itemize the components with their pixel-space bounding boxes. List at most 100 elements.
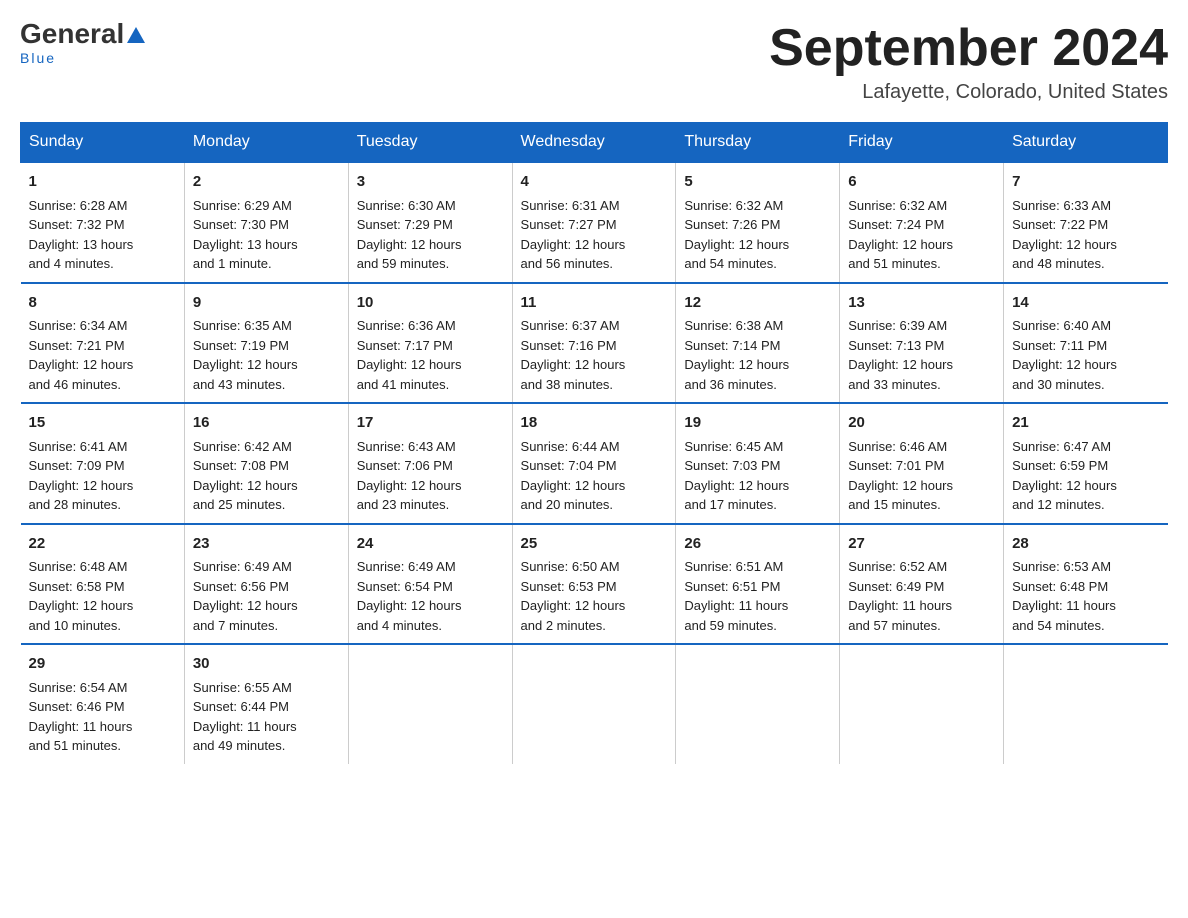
calendar-cell: 24Sunrise: 6:49 AMSunset: 6:54 PMDayligh…: [348, 524, 512, 645]
day-number: 8: [29, 292, 176, 315]
day-info-line: Sunrise: 6:41 AM: [29, 437, 176, 457]
header-monday: Monday: [184, 123, 348, 163]
day-number: 5: [684, 171, 831, 194]
day-number: 22: [29, 533, 176, 556]
day-info-line: Sunrise: 6:30 AM: [357, 196, 504, 216]
day-info-line: Sunset: 6:53 PM: [521, 577, 668, 597]
calendar-cell: 8Sunrise: 6:34 AMSunset: 7:21 PMDaylight…: [21, 283, 185, 404]
day-info-line: Daylight: 12 hours: [521, 596, 668, 616]
calendar-cell: 3Sunrise: 6:30 AMSunset: 7:29 PMDaylight…: [348, 162, 512, 283]
day-info-line: Sunset: 6:49 PM: [848, 577, 995, 597]
day-info-line: and 4 minutes.: [357, 616, 504, 636]
header-sunday: Sunday: [21, 123, 185, 163]
day-info-line: Sunset: 7:19 PM: [193, 336, 340, 356]
day-info-line: Daylight: 12 hours: [521, 235, 668, 255]
day-info-line: Sunset: 7:14 PM: [684, 336, 831, 356]
calendar-cell: 25Sunrise: 6:50 AMSunset: 6:53 PMDayligh…: [512, 524, 676, 645]
day-info-line: Sunset: 7:08 PM: [193, 456, 340, 476]
day-number: 26: [684, 533, 831, 556]
day-info-line: Daylight: 12 hours: [521, 355, 668, 375]
day-info-line: Sunrise: 6:45 AM: [684, 437, 831, 457]
day-info-line: and 41 minutes.: [357, 375, 504, 395]
calendar-cell: 1Sunrise: 6:28 AMSunset: 7:32 PMDaylight…: [21, 162, 185, 283]
day-info-line: Daylight: 12 hours: [357, 476, 504, 496]
day-info-line: Sunrise: 6:36 AM: [357, 316, 504, 336]
day-info-line: Sunset: 6:48 PM: [1012, 577, 1159, 597]
day-info-line: Sunset: 7:30 PM: [193, 215, 340, 235]
calendar-header-row: SundayMondayTuesdayWednesdayThursdayFrid…: [21, 123, 1168, 163]
day-info-line: Sunset: 7:22 PM: [1012, 215, 1159, 235]
day-info-line: Sunrise: 6:42 AM: [193, 437, 340, 457]
header-tuesday: Tuesday: [348, 123, 512, 163]
day-info-line: and 54 minutes.: [684, 254, 831, 274]
day-info-line: Sunset: 7:04 PM: [521, 456, 668, 476]
day-number: 24: [357, 533, 504, 556]
day-number: 4: [521, 171, 668, 194]
day-number: 2: [193, 171, 340, 194]
day-info-line: Sunset: 6:58 PM: [29, 577, 176, 597]
day-info-line: and 17 minutes.: [684, 495, 831, 515]
day-info-line: and 10 minutes.: [29, 616, 176, 636]
calendar-cell: 16Sunrise: 6:42 AMSunset: 7:08 PMDayligh…: [184, 403, 348, 524]
title-area: September 2024 Lafayette, Colorado, Unit…: [769, 20, 1168, 104]
day-number: 28: [1012, 533, 1159, 556]
day-info-line: Daylight: 12 hours: [684, 235, 831, 255]
day-number: 16: [193, 412, 340, 435]
day-info-line: and 57 minutes.: [848, 616, 995, 636]
day-info-line: Sunset: 7:16 PM: [521, 336, 668, 356]
day-info-line: and 38 minutes.: [521, 375, 668, 395]
calendar-cell: 9Sunrise: 6:35 AMSunset: 7:19 PMDaylight…: [184, 283, 348, 404]
day-info-line: Sunrise: 6:35 AM: [193, 316, 340, 336]
day-info-line: Daylight: 13 hours: [193, 235, 340, 255]
day-info-line: Daylight: 11 hours: [29, 717, 176, 737]
calendar-cell: 26Sunrise: 6:51 AMSunset: 6:51 PMDayligh…: [676, 524, 840, 645]
logo-blue-text: Blue: [20, 50, 56, 66]
calendar-cell: 19Sunrise: 6:45 AMSunset: 7:03 PMDayligh…: [676, 403, 840, 524]
calendar-cell: 23Sunrise: 6:49 AMSunset: 6:56 PMDayligh…: [184, 524, 348, 645]
logo: General Blue: [20, 20, 148, 66]
day-number: 9: [193, 292, 340, 315]
calendar-cell: 2Sunrise: 6:29 AMSunset: 7:30 PMDaylight…: [184, 162, 348, 283]
day-info-line: Sunset: 7:06 PM: [357, 456, 504, 476]
day-number: 12: [684, 292, 831, 315]
day-info-line: and 1 minute.: [193, 254, 340, 274]
day-number: 23: [193, 533, 340, 556]
day-info-line: Sunrise: 6:34 AM: [29, 316, 176, 336]
day-info-line: Sunrise: 6:31 AM: [521, 196, 668, 216]
calendar-cell: 22Sunrise: 6:48 AMSunset: 6:58 PMDayligh…: [21, 524, 185, 645]
day-info-line: and 20 minutes.: [521, 495, 668, 515]
day-info-line: and 2 minutes.: [521, 616, 668, 636]
calendar-cell: 28Sunrise: 6:53 AMSunset: 6:48 PMDayligh…: [1004, 524, 1168, 645]
day-number: 13: [848, 292, 995, 315]
calendar-cell: 17Sunrise: 6:43 AMSunset: 7:06 PMDayligh…: [348, 403, 512, 524]
day-info-line: Sunrise: 6:52 AM: [848, 557, 995, 577]
day-info-line: Daylight: 12 hours: [1012, 235, 1159, 255]
day-info-line: Sunset: 6:54 PM: [357, 577, 504, 597]
calendar-cell: 7Sunrise: 6:33 AMSunset: 7:22 PMDaylight…: [1004, 162, 1168, 283]
page-title: September 2024: [769, 20, 1168, 77]
calendar-cell: 14Sunrise: 6:40 AMSunset: 7:11 PMDayligh…: [1004, 283, 1168, 404]
calendar-cell: 13Sunrise: 6:39 AMSunset: 7:13 PMDayligh…: [840, 283, 1004, 404]
calendar-cell: [840, 644, 1004, 764]
week-row-2: 8Sunrise: 6:34 AMSunset: 7:21 PMDaylight…: [21, 283, 1168, 404]
day-info-line: Sunrise: 6:33 AM: [1012, 196, 1159, 216]
day-info-line: Daylight: 12 hours: [357, 235, 504, 255]
day-info-line: Sunrise: 6:40 AM: [1012, 316, 1159, 336]
day-info-line: Sunset: 7:17 PM: [357, 336, 504, 356]
day-number: 10: [357, 292, 504, 315]
day-number: 15: [29, 412, 176, 435]
day-info-line: Sunset: 7:03 PM: [684, 456, 831, 476]
day-info-line: Daylight: 12 hours: [29, 476, 176, 496]
day-info-line: Sunrise: 6:37 AM: [521, 316, 668, 336]
day-info-line: Daylight: 12 hours: [684, 476, 831, 496]
day-info-line: Daylight: 12 hours: [1012, 355, 1159, 375]
page-subtitle: Lafayette, Colorado, United States: [769, 81, 1168, 104]
day-info-line: Sunset: 7:11 PM: [1012, 336, 1159, 356]
day-info-line: Daylight: 12 hours: [193, 596, 340, 616]
day-info-line: Daylight: 12 hours: [29, 596, 176, 616]
day-info-line: Sunrise: 6:46 AM: [848, 437, 995, 457]
day-info-line: Sunset: 7:27 PM: [521, 215, 668, 235]
calendar-cell: 4Sunrise: 6:31 AMSunset: 7:27 PMDaylight…: [512, 162, 676, 283]
calendar-cell: 30Sunrise: 6:55 AMSunset: 6:44 PMDayligh…: [184, 644, 348, 764]
calendar-cell: 10Sunrise: 6:36 AMSunset: 7:17 PMDayligh…: [348, 283, 512, 404]
